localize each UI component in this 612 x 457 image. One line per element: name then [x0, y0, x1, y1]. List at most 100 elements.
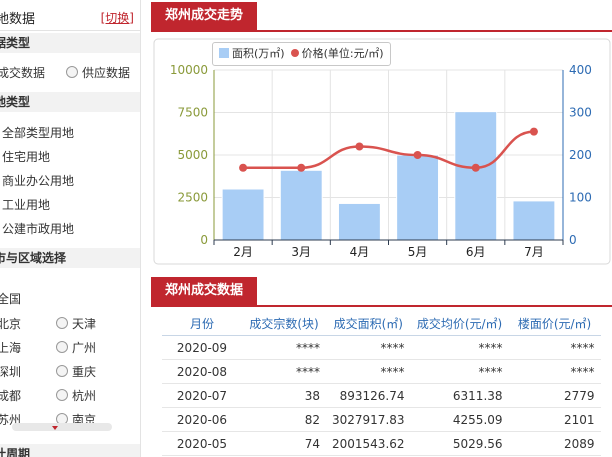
col-month: 月份: [162, 312, 242, 336]
cell-month: 2020-06: [162, 407, 242, 432]
right-tick-label: 200: [569, 148, 592, 162]
land-type-commercial[interactable]: 商业办公用地: [2, 172, 74, 189]
cell-deal-area: 3027917.83: [326, 407, 411, 432]
city-guangzhou[interactable]: 广州: [56, 339, 96, 356]
x-tick-label: 6月: [466, 245, 486, 259]
col-deal-count: 成交宗数(块): [242, 312, 326, 336]
radio-icon[interactable]: [66, 66, 78, 78]
legend-area-label: 面积(万㎡): [232, 47, 285, 60]
cell-floor-price: 2089: [508, 431, 601, 456]
price-point: [413, 151, 422, 159]
trend-chart: 0 2500 5000 7500 10000 0 100 200 300 400 2月 3月 4月 5月 6…: [152, 38, 612, 266]
col-avg-price: 成交均价(元/㎡): [410, 312, 509, 336]
land-type-residential[interactable]: 住宅用地: [2, 148, 50, 165]
area-legend-swatch: [219, 48, 229, 58]
land-type-all[interactable]: 全部类型用地: [2, 124, 74, 141]
x-tick-label: 5月: [408, 245, 428, 259]
cell-avg-price: ****: [410, 335, 509, 360]
area-bar: [337, 202, 381, 241]
deal-data-label: 成交数据: [0, 66, 46, 80]
deal-data-table: 月份 成交宗数(块) 成交面积(㎡) 成交均价(元/㎡) 楼面价(元/㎡) 20…: [162, 312, 601, 456]
area-bar: [279, 169, 323, 241]
cell-month: 2020-07: [162, 383, 242, 408]
cell-floor-price: ****: [508, 335, 601, 360]
sidebar-title: 地数据: [0, 12, 36, 27]
trend-chart-svg: 0 2500 5000 7500 10000 0 100 200 300 400 2月 3月 4月 5月 6…: [153, 38, 611, 265]
cell-month: 2020-05: [162, 431, 242, 456]
trend-panel-header: 郑州成交走势: [151, 2, 612, 32]
cell-deal-area: ****: [326, 335, 411, 360]
chart-legend: 面积(万㎡) 价格(单位:元/㎡): [212, 42, 391, 66]
city-beijing[interactable]: 北京: [0, 315, 21, 332]
x-tick-label: 7月: [524, 245, 544, 259]
cell-deal-count: 82: [242, 407, 326, 432]
city-label: 广州: [72, 341, 97, 355]
right-tick-label: 0: [569, 233, 577, 247]
right-tick-label: 400: [569, 63, 592, 77]
cell-deal-count: ****: [242, 359, 326, 384]
supply-data-label: 供应数据: [82, 66, 131, 80]
city-shenzhen[interactable]: 深圳: [0, 363, 21, 380]
table-row: 2020-09 **** **** **** ****: [162, 335, 601, 360]
cell-avg-price: 4255.09: [410, 407, 509, 432]
city-chengdu[interactable]: 成都: [0, 387, 21, 404]
cell-floor-price: 2101: [508, 407, 601, 432]
cell-deal-area: 893126.74: [326, 383, 411, 408]
cell-month: 2020-08: [162, 359, 242, 384]
area-bar: [221, 188, 265, 241]
table-row: 2020-05 74 2001543.62 5029.56 2089: [162, 431, 601, 456]
cell-deal-count: 74: [242, 431, 326, 456]
section-data-type: 据类型: [0, 33, 140, 53]
x-tick-label: 2月: [233, 245, 253, 259]
option-deal-data[interactable]: 成交数据: [0, 64, 45, 81]
land-type-industrial[interactable]: 工业用地: [2, 196, 50, 213]
x-tick-label: 3月: [291, 245, 311, 259]
cell-avg-price: ****: [410, 359, 509, 384]
option-supply-data[interactable]: 供应数据: [66, 64, 130, 81]
section-period: 计周期: [0, 444, 140, 457]
city-shanghai[interactable]: 上海: [0, 339, 21, 356]
cell-floor-price: 2779: [508, 383, 601, 408]
city-hangzhou[interactable]: 杭州: [56, 387, 96, 404]
right-tick-label: 100: [569, 191, 592, 205]
table-header-row: 月份 成交宗数(块) 成交面积(㎡) 成交均价(元/㎡) 楼面价(元/㎡): [162, 312, 601, 336]
section-region: 市与区域选择: [0, 248, 140, 268]
left-tick-label: 0: [200, 233, 208, 247]
radio-icon[interactable]: [56, 341, 68, 353]
right-tick-label: 300: [569, 106, 592, 120]
area-bar: [512, 200, 556, 241]
radio-icon[interactable]: [56, 389, 68, 401]
city-list-scrollbar[interactable]: [12, 423, 112, 431]
price-legend-swatch: [290, 49, 299, 57]
radio-icon[interactable]: [56, 317, 68, 329]
cell-month: 2020-09: [162, 335, 242, 360]
city-tianjin[interactable]: 天津: [56, 315, 96, 332]
area-bar: [396, 154, 440, 241]
left-tick-label: 5000: [177, 148, 208, 162]
city-label: 天津: [72, 317, 97, 331]
switch-link[interactable]: [切换]: [101, 9, 134, 26]
city-chongqing[interactable]: 重庆: [56, 363, 96, 380]
city-label: 重庆: [72, 365, 97, 379]
data-panel-title: 郑州成交数据: [151, 277, 258, 305]
section-land-type: 地类型: [0, 92, 140, 112]
price-point: [471, 163, 480, 172]
table-row: 2020-06 82 3027917.83 4255.09 2101: [162, 407, 601, 432]
cell-avg-price: 6311.38: [410, 383, 509, 408]
expand-caret-icon[interactable]: [52, 426, 58, 430]
price-point: [355, 142, 364, 151]
cell-deal-count: 38: [242, 383, 326, 408]
price-point: [529, 127, 538, 136]
land-type-public[interactable]: 公建市政用地: [2, 220, 74, 237]
region-all[interactable]: 全国: [0, 290, 21, 307]
sidebar: 地数据 [切换] 据类型 成交数据 供应数据 地类型 全部类型用地 住宅用地 商…: [0, 0, 141, 457]
x-tick-label: 4月: [350, 245, 370, 259]
cell-avg-price: 5029.56: [410, 431, 509, 456]
cell-deal-area: ****: [326, 359, 411, 384]
trend-panel-title: 郑州成交走势: [151, 2, 258, 30]
sidebar-header: 地数据 [切换]: [0, 0, 140, 31]
city-label: 杭州: [72, 389, 97, 403]
cell-floor-price: ****: [508, 359, 601, 384]
price-point: [297, 163, 306, 172]
radio-icon[interactable]: [56, 365, 68, 377]
